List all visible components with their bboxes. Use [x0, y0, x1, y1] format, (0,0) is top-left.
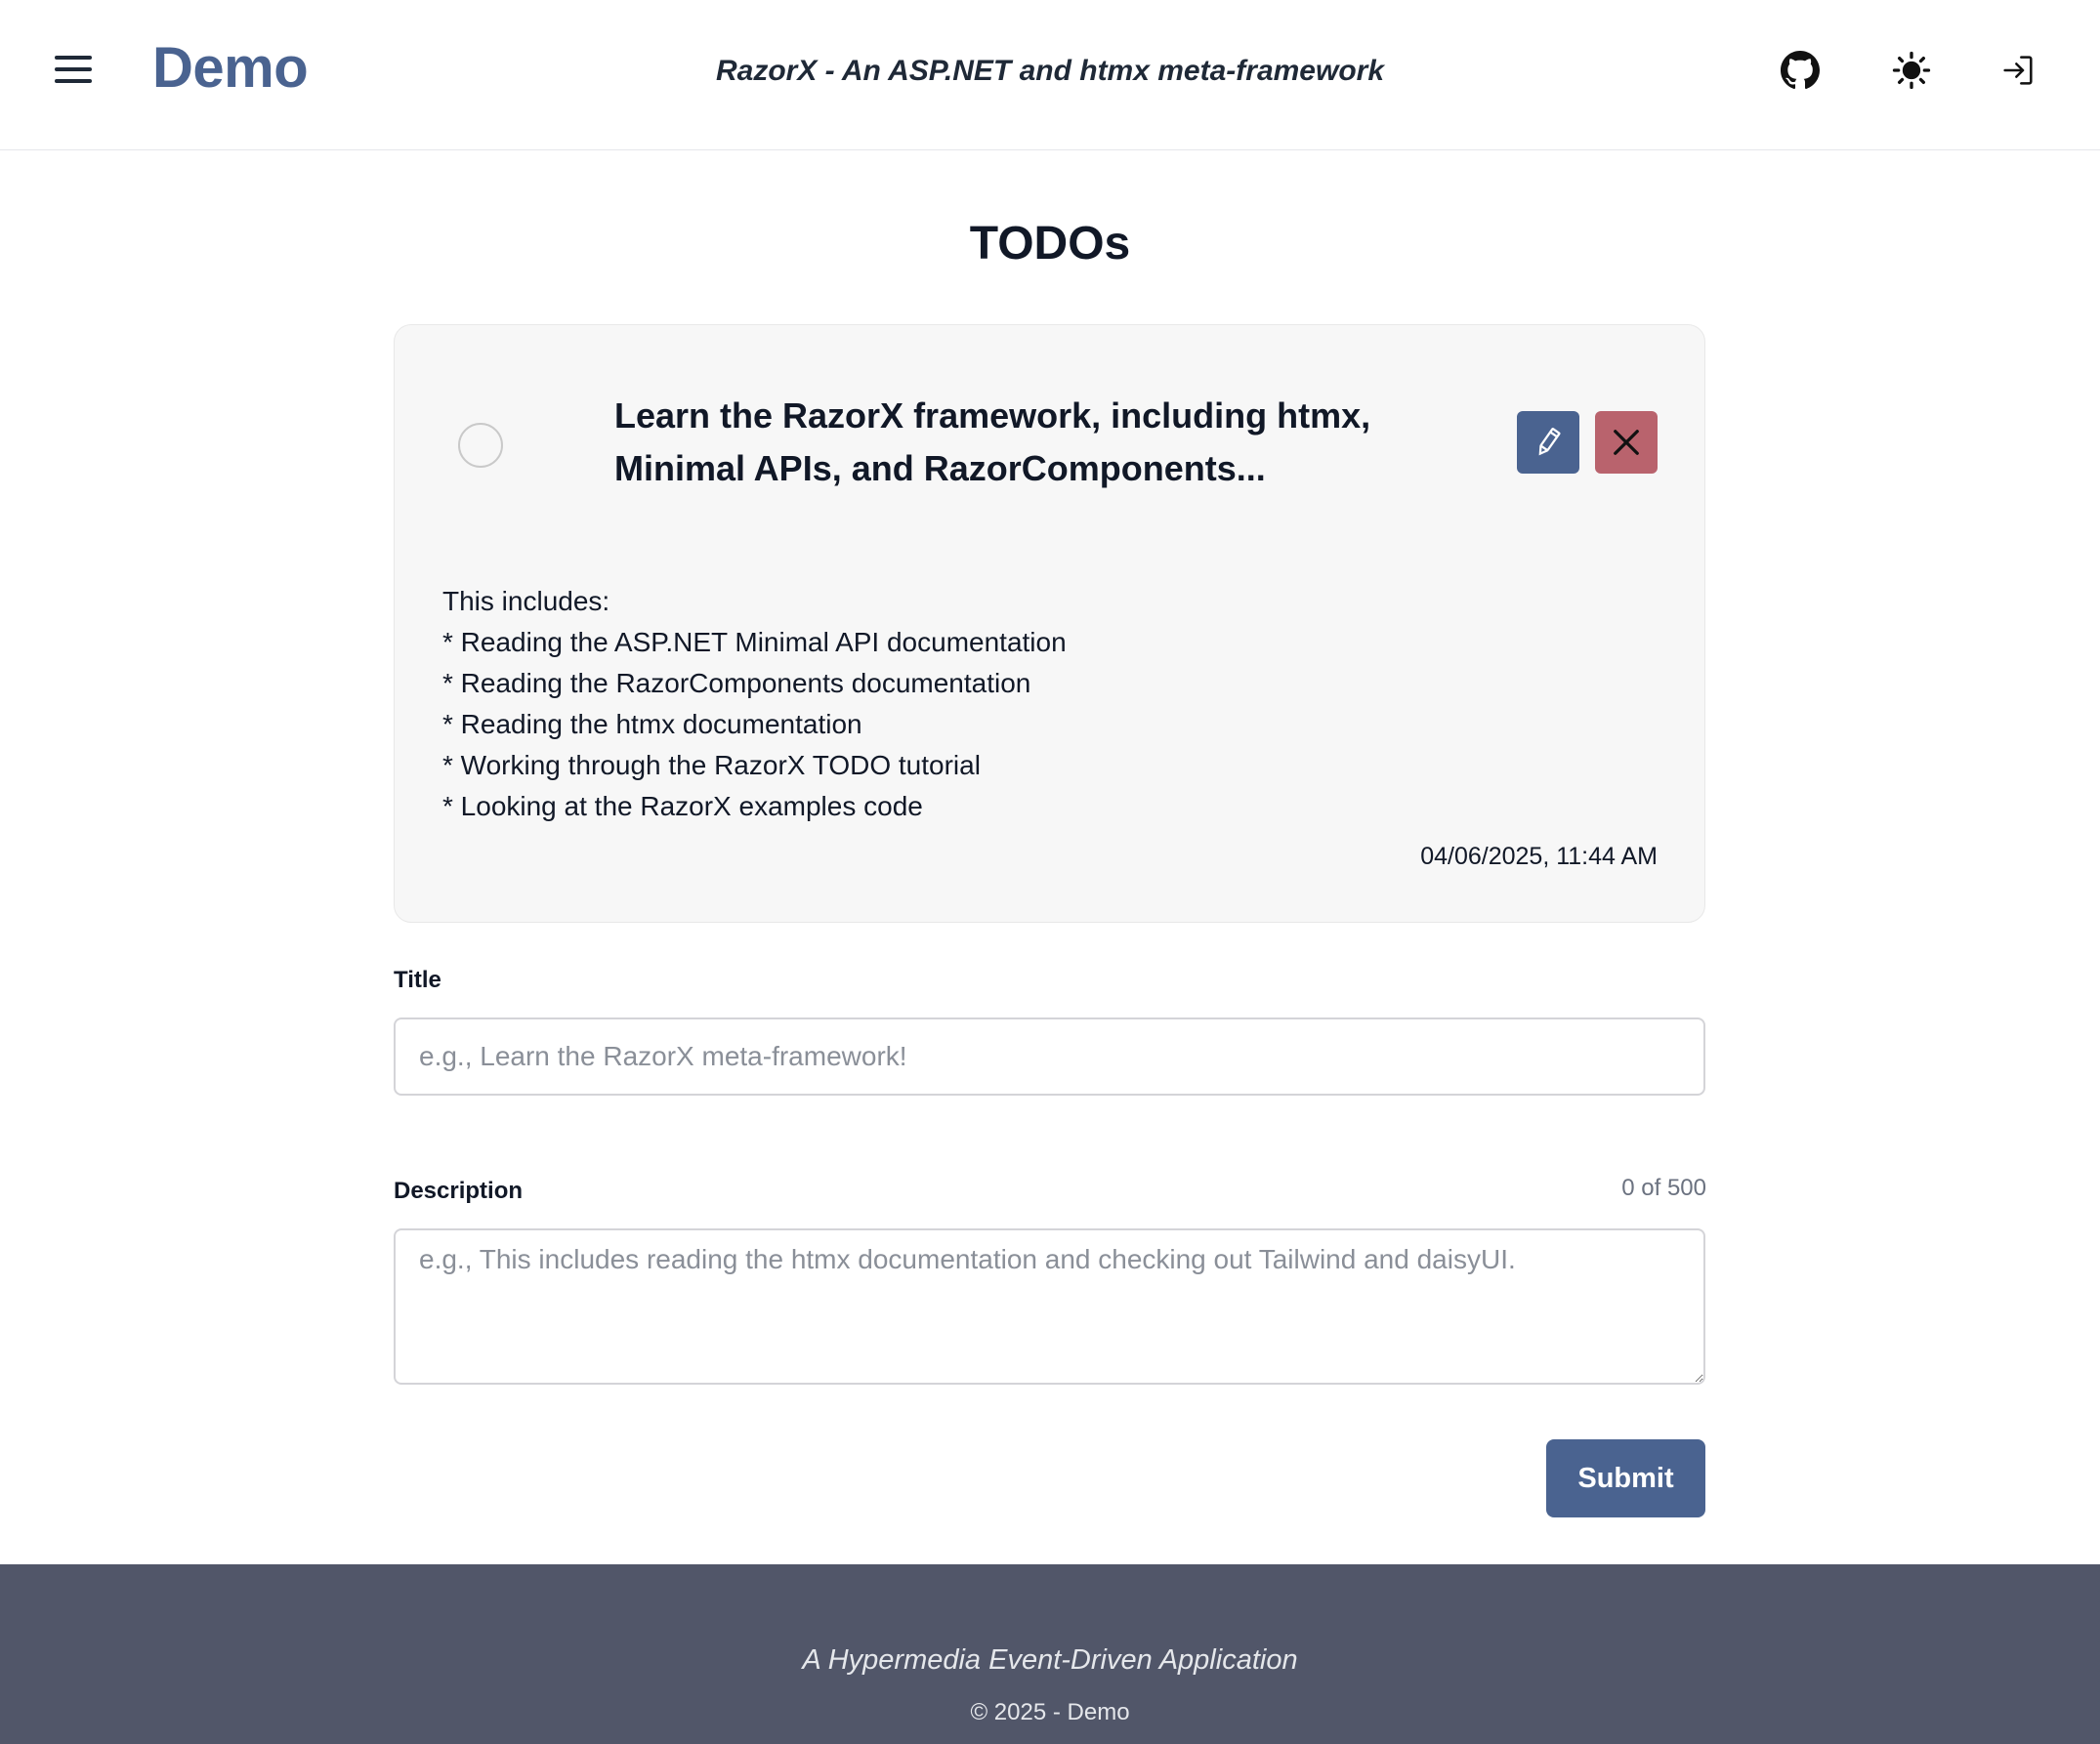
todo-description: This includes: * Reading the ASP.NET Min…: [442, 581, 1615, 827]
footer-tagline: A Hypermedia Event-Driven Application: [802, 1644, 1298, 1676]
page-title: TODOs: [969, 218, 1131, 270]
footer: A Hypermedia Event-Driven Application © …: [0, 1564, 2100, 1744]
footer-copyright: © 2025 - Demo: [970, 1699, 1130, 1725]
login-icon[interactable]: [1998, 51, 2037, 90]
todo-timestamp: 04/06/2025, 11:44 AM: [1420, 843, 1658, 870]
pencil-icon: [1538, 428, 1561, 456]
description-label: Description: [394, 1178, 524, 1204]
description-line: * Reading the ASP.NET Minimal API docume…: [442, 627, 1067, 657]
description-line: * Looking at the RazorX examples code: [442, 791, 923, 821]
sun-icon[interactable]: [1892, 51, 1931, 90]
description-line: * Reading the htmx documentation: [442, 709, 862, 739]
description-line: * Reading the RazorComponents documentat…: [442, 668, 1031, 698]
title-input[interactable]: [394, 1017, 1705, 1096]
title-label: Title: [394, 967, 441, 993]
todo-complete-checkbox[interactable]: [458, 423, 503, 468]
description-line: * Working through the RazorX TODO tutori…: [442, 750, 981, 780]
submit-button[interactable]: Submit: [1546, 1439, 1705, 1517]
delete-button[interactable]: [1595, 411, 1658, 474]
description-line: This includes:: [442, 586, 610, 616]
top-navbar: Demo RazorX - An ASP.NET and htmx meta-f…: [0, 0, 2100, 150]
edit-button[interactable]: [1517, 411, 1579, 474]
todo-card: Learn the RazorX framework, including ht…: [394, 324, 1705, 923]
character-counter: 0 of 500: [1621, 1175, 1706, 1201]
github-icon[interactable]: [1781, 51, 1820, 90]
close-icon: [1614, 430, 1639, 455]
description-textarea[interactable]: [394, 1228, 1705, 1385]
todo-title: Learn the RazorX framework, including ht…: [614, 395, 1371, 488]
